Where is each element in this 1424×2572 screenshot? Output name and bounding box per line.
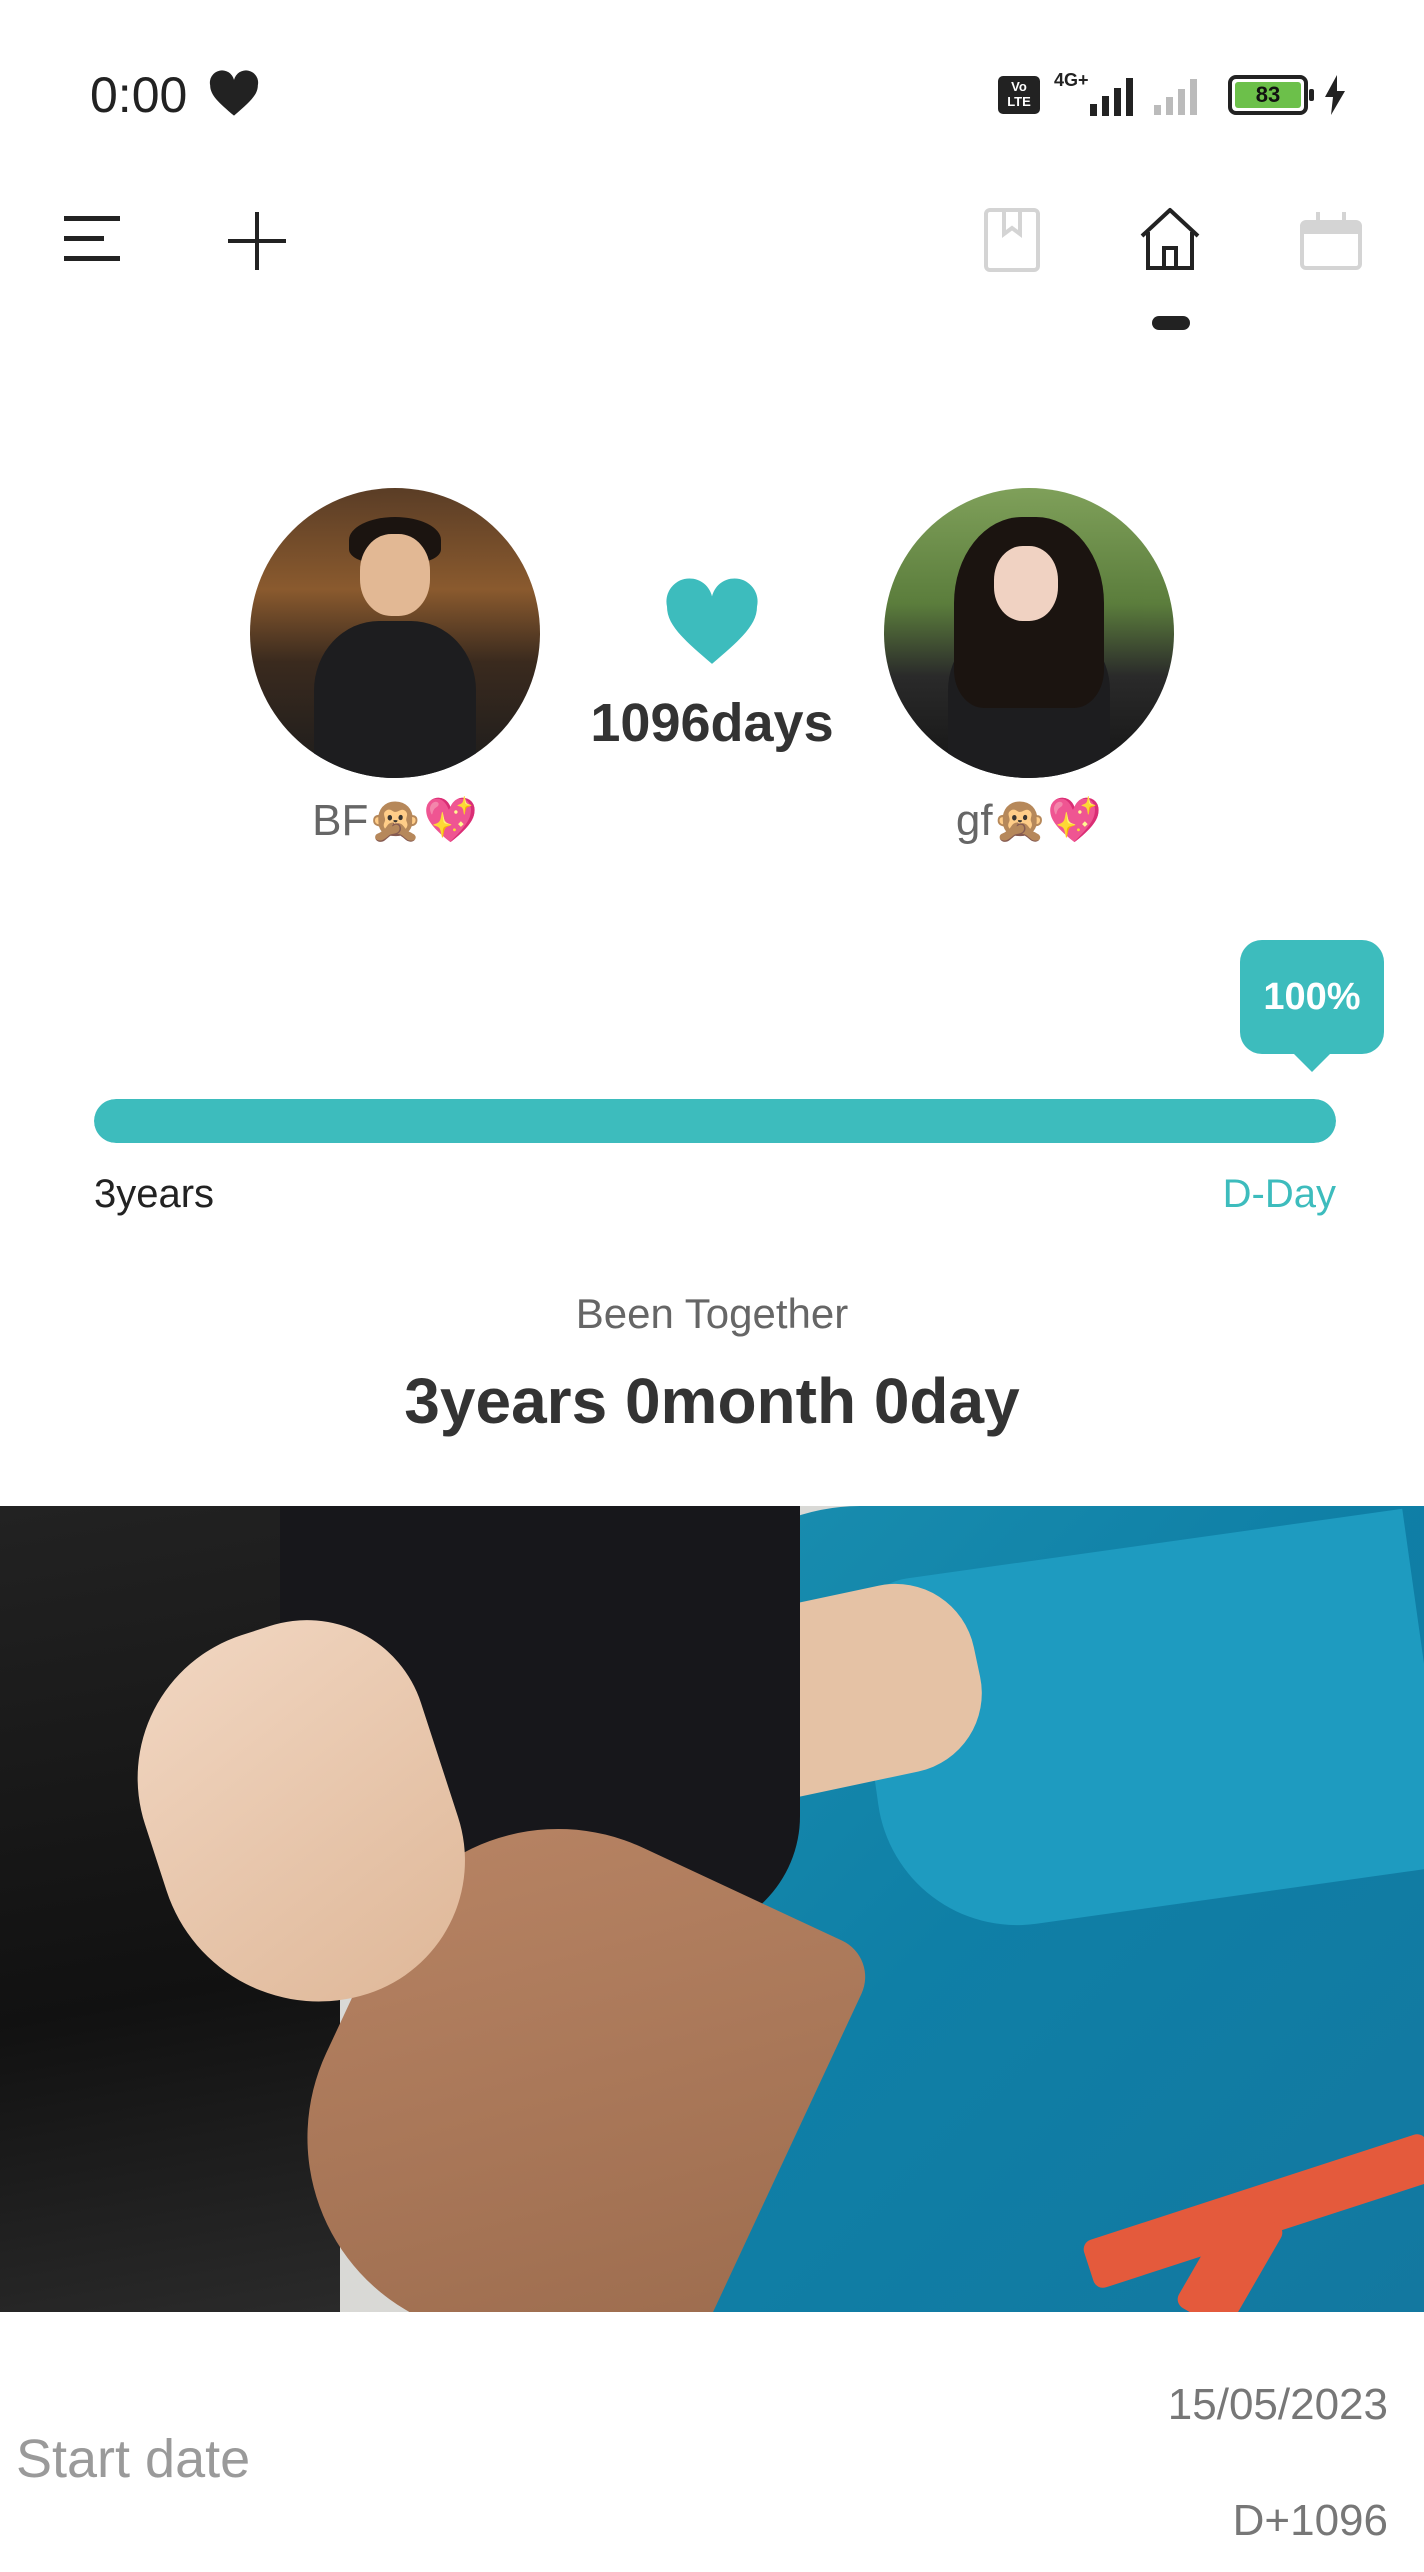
status-time: 0:00 [90, 67, 188, 123]
battery-icon: 83 [1228, 75, 1314, 115]
progress-bar [94, 1099, 1336, 1143]
charging-icon [1325, 75, 1345, 115]
couple-photo[interactable] [0, 1506, 1424, 2312]
heart-icon [209, 70, 259, 116]
active-tab-indicator [1152, 316, 1190, 330]
signal-weak-icon [1154, 75, 1214, 115]
calendar-icon[interactable] [1298, 208, 1364, 272]
boyfriend-avatar[interactable] [250, 488, 540, 778]
progress-end-label: D-Day [1222, 1172, 1336, 1216]
network-type: 4G+ [1054, 70, 1089, 90]
battery-level: 83 [1235, 82, 1301, 108]
progress-percent: 100% [1240, 940, 1384, 1054]
menu-icon[interactable] [62, 214, 132, 264]
days-count: 1096days [590, 693, 834, 753]
progress-fill [94, 1099, 1336, 1143]
girlfriend-avatar[interactable] [884, 488, 1174, 778]
home-icon[interactable] [1136, 204, 1204, 272]
start-date-value[interactable]: 15/05/2023 [1168, 2380, 1388, 2430]
together-label: Been Together [575, 1290, 849, 1337]
status-indicators: Vo LTE 4G+ 83 [998, 70, 1348, 120]
volte-icon: Vo LTE [998, 76, 1040, 114]
start-date-label: Start date [16, 2429, 251, 2489]
signal-4g-icon: 4G+ [1054, 70, 1140, 116]
plus-icon[interactable] [222, 206, 292, 276]
boyfriend-name[interactable]: BF🙊💖 [250, 794, 540, 846]
girlfriend-name[interactable]: gf🙊💖 [884, 794, 1174, 846]
together-duration: 3years 0month 0day [404, 1365, 1020, 1437]
progress-start-label: 3years [94, 1172, 215, 1216]
heart-icon [666, 578, 758, 664]
progress-badge: 100% [1240, 940, 1384, 1072]
bookmark-icon[interactable] [982, 206, 1042, 274]
dday-count: D+1096 [1232, 2496, 1388, 2545]
